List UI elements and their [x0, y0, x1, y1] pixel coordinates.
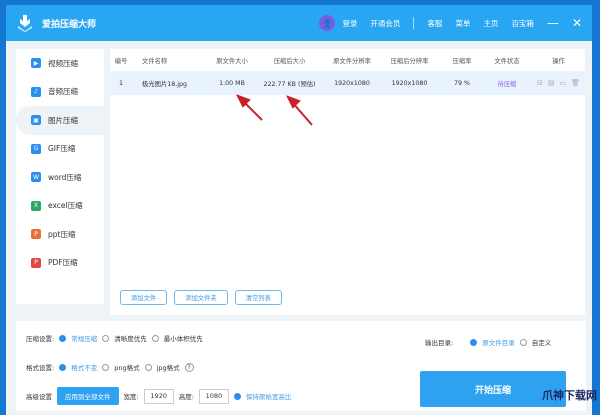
- arrow-head-icon: [285, 95, 301, 109]
- watermark: 爪神下载网: [542, 389, 597, 402]
- annotation-arrows: [235, 94, 313, 126]
